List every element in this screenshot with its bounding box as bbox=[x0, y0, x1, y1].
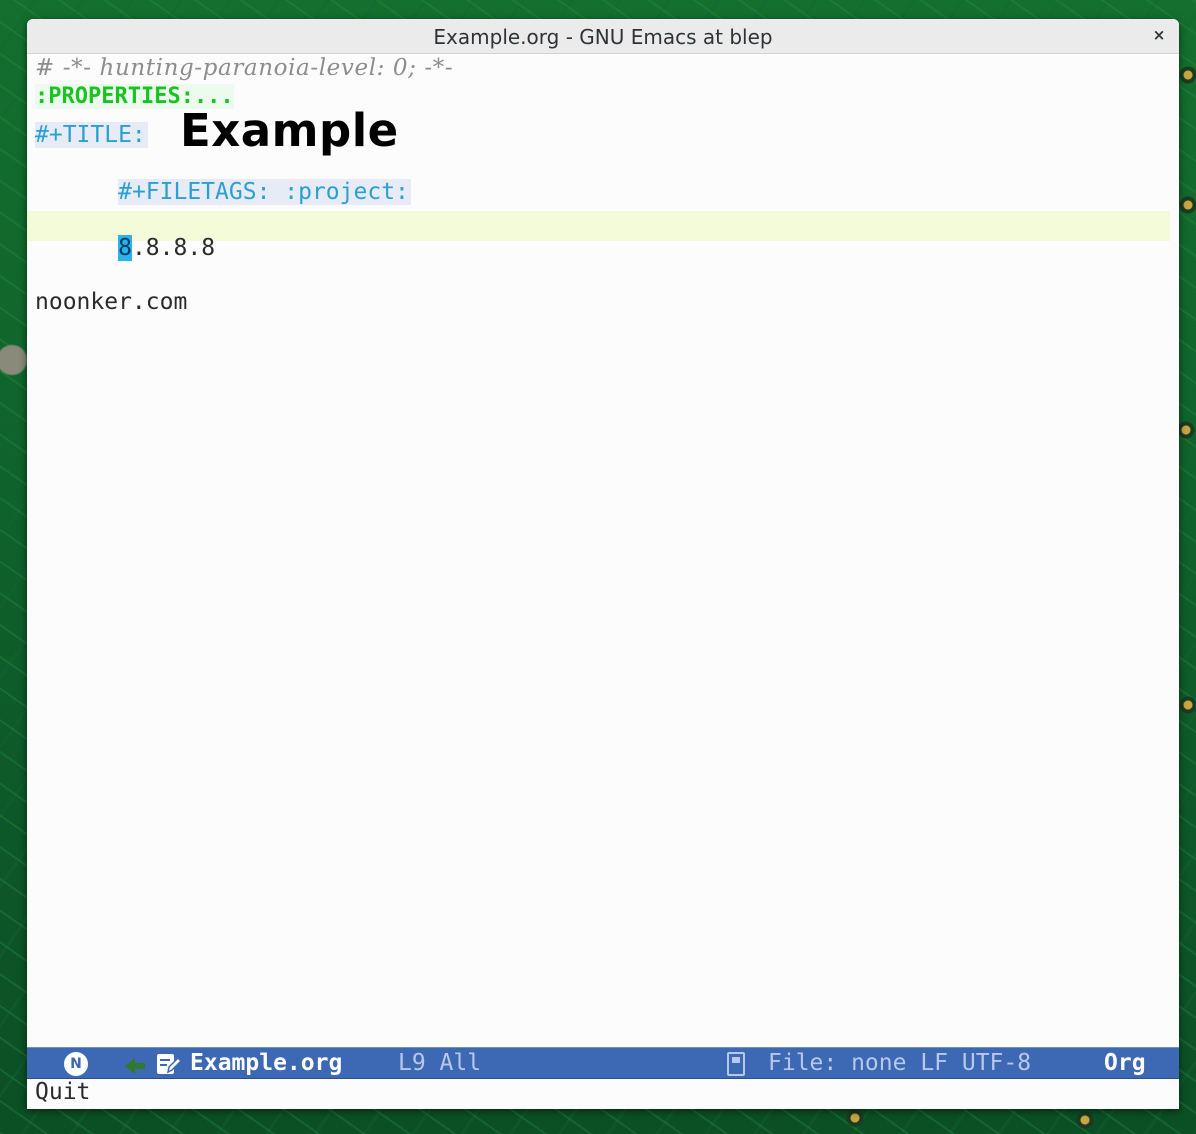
document-title: Example bbox=[180, 104, 399, 157]
edit-icon bbox=[157, 1054, 181, 1074]
domain-line[interactable]: noonker.com bbox=[35, 289, 187, 315]
editor-buffer[interactable]: # -*- hunting-paranoia-level: 0; -*- :PR… bbox=[27, 54, 1179, 1047]
window-title: Example.org - GNU Emacs at blep bbox=[433, 25, 773, 49]
close-icon[interactable]: × bbox=[1149, 25, 1169, 45]
title-bar[interactable]: Example.org - GNU Emacs at blep × bbox=[27, 19, 1179, 54]
emacs-window: Example.org - GNU Emacs at blep × # -*- … bbox=[27, 19, 1179, 1109]
title-line: #+TITLE: Example bbox=[35, 104, 398, 157]
text-cursor: 8 bbox=[118, 235, 132, 261]
buffer-name[interactable]: Example.org bbox=[190, 1050, 342, 1076]
title-keyword: #+TITLE: bbox=[35, 122, 148, 148]
file-info: File: none LF UTF-8 bbox=[768, 1050, 1032, 1076]
ip-address-text: .8.8.8 bbox=[131, 235, 216, 261]
filetags-keyword: #+FILETAGS: :project: bbox=[118, 179, 411, 205]
major-mode[interactable]: Org bbox=[1104, 1050, 1146, 1076]
book-icon bbox=[727, 1052, 745, 1076]
minibuffer[interactable]: Quit bbox=[27, 1079, 1179, 1109]
cursor-position: L9 All bbox=[398, 1050, 482, 1076]
arrow-icon bbox=[125, 1058, 145, 1074]
mode-line: N Example.org L9 All File: none LF UTF-8… bbox=[27, 1047, 1179, 1079]
minibuffer-message: Quit bbox=[35, 1079, 91, 1105]
file-variables-comment: # -*- hunting-paranoia-level: 0; -*- bbox=[35, 55, 454, 81]
ip-address-line[interactable]: 8.8.8.8 bbox=[35, 209, 215, 287]
evil-state-badge: N bbox=[64, 1052, 88, 1076]
